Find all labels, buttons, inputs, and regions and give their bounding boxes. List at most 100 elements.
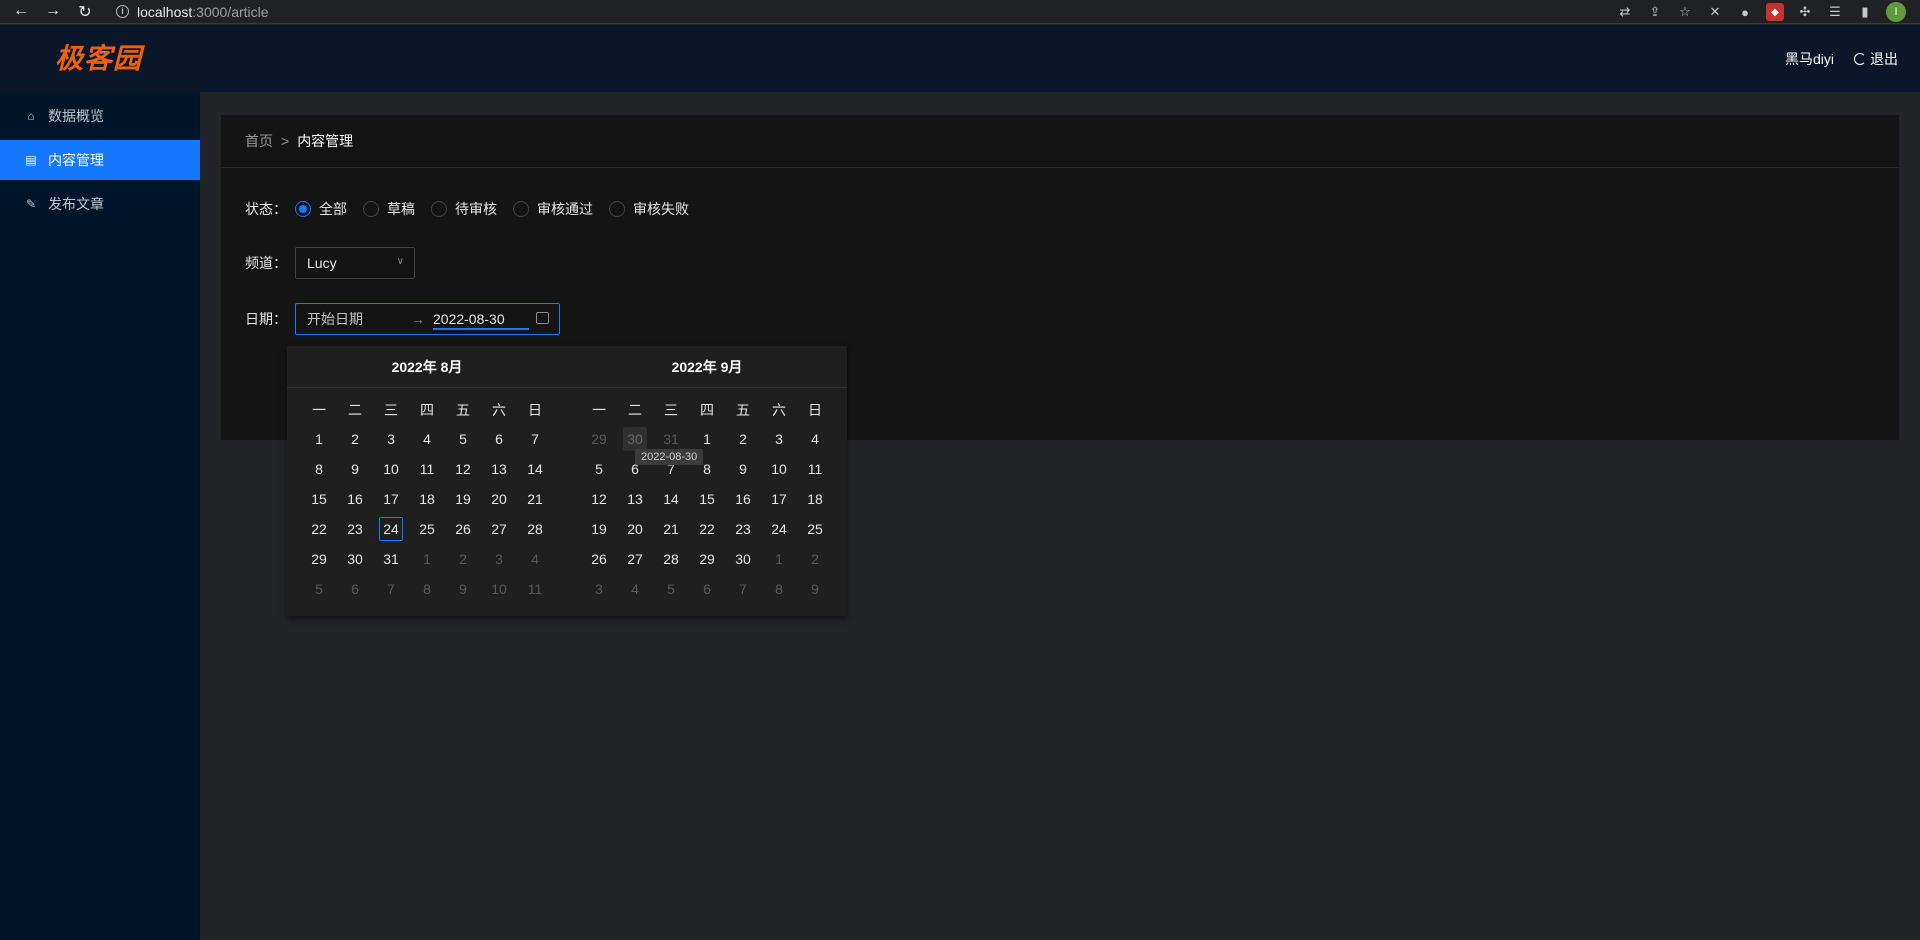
bookmark-star-icon[interactable]: ☆ [1676,3,1694,21]
calendar-day[interactable]: 7 [373,574,409,604]
logo[interactable]: 极客园 [55,37,142,77]
calendar-day[interactable]: 5 [445,424,481,454]
calendar-day[interactable]: 24 [761,514,797,544]
calendar-day[interactable]: 30 [725,544,761,574]
calendar-day[interactable]: 1 [409,544,445,574]
calendar-day[interactable]: 15 [301,484,337,514]
reload-icon[interactable]: ↻ [76,2,94,22]
calendar-day[interactable]: 5 [653,574,689,604]
calendar-day[interactable]: 5 [581,454,617,484]
calendar-day[interactable]: 6 [481,424,517,454]
calendar-day[interactable]: 11 [409,454,445,484]
start-date-input[interactable]: 开始日期 [307,309,403,329]
address-bar[interactable]: i localhost:3000/article [110,0,269,23]
radio-dot[interactable] [363,201,379,217]
date-range-picker[interactable]: 开始日期 → 2022-08-30 [295,303,560,335]
calendar-day[interactable]: 7 [517,424,553,454]
calendar-day[interactable]: 16 [337,484,373,514]
calendar-day[interactable]: 11 [797,454,833,484]
calendar-day[interactable]: 11 [517,574,553,604]
radio-pending[interactable]: 待审核 [431,199,497,219]
calendar-day[interactable]: 4 [617,574,653,604]
reading-list-icon[interactable]: ☰ [1826,3,1844,21]
profile-avatar[interactable]: I [1886,2,1906,22]
extension-circle-icon[interactable]: ● [1736,3,1754,21]
calendar-day[interactable]: 31 [373,544,409,574]
calendar-day[interactable]: 4 [517,544,553,574]
channel-select[interactable]: Lucy ∨ [295,247,415,279]
logout-button[interactable]: 退出 [1854,49,1898,69]
calendar-day[interactable]: 9 [337,454,373,484]
calendar-day[interactable]: 25 [797,514,833,544]
extension-x-icon[interactable]: ✕ [1706,3,1724,21]
calendar-day[interactable]: 3 [581,574,617,604]
radio-dot[interactable] [609,201,625,217]
calendar-day[interactable]: 22 [301,514,337,544]
calendar-day[interactable]: 19 [445,484,481,514]
sidebar-item-content[interactable]: ▤ 内容管理 [0,140,200,180]
calendar-day[interactable]: 12 [445,454,481,484]
radio-dot[interactable] [513,201,529,217]
calendar-day[interactable]: 28 [653,544,689,574]
extension-red-icon[interactable]: ◆ [1766,3,1784,21]
site-info-icon[interactable]: i [116,5,129,18]
share-icon[interactable]: ⇪ [1646,3,1664,21]
calendar-day[interactable]: 10 [373,454,409,484]
calendar-day[interactable]: 7 [725,574,761,604]
calendar-day[interactable]: 30 [337,544,373,574]
calendar-day[interactable]: 18 [409,484,445,514]
end-date-input[interactable]: 2022-08-30 [433,308,529,330]
calendar-day[interactable]: 15 [689,484,725,514]
calendar-day[interactable]: 18 [797,484,833,514]
calendar-day[interactable]: 21 [653,514,689,544]
calendar-day[interactable]: 13 [617,484,653,514]
calendar-day[interactable]: 17 [373,484,409,514]
calendar-day[interactable]: 27 [617,544,653,574]
calendar-day[interactable]: 3 [481,544,517,574]
sidebar-item-overview[interactable]: ⌂ 数据概览 [0,96,200,136]
calendar-day[interactable]: 23 [725,514,761,544]
calendar-day[interactable]: 9 [797,574,833,604]
calendar-day[interactable]: 29 [301,544,337,574]
calendar-day[interactable]: 6 [689,574,725,604]
calendar-day[interactable]: 12 [581,484,617,514]
calendar-day[interactable]: 6 [337,574,373,604]
calendar-day[interactable]: 13 [481,454,517,484]
calendar-day[interactable]: 3 [373,424,409,454]
calendar-day[interactable]: 1 [761,544,797,574]
calendar-day[interactable]: 26 [581,544,617,574]
calendar-day[interactable]: 28 [517,514,553,544]
calendar-day[interactable]: 4 [797,424,833,454]
calendar-day[interactable]: 10 [761,454,797,484]
calendar-day[interactable]: 20 [481,484,517,514]
sidebar-item-publish[interactable]: ✎ 发布文章 [0,184,200,224]
calendar-day[interactable]: 29 [689,544,725,574]
calendar-day[interactable]: 16 [725,484,761,514]
calendar-day[interactable]: 8 [761,574,797,604]
calendar-day[interactable]: 5 [301,574,337,604]
calendar-day[interactable]: 20 [617,514,653,544]
calendar-day[interactable]: 22 [689,514,725,544]
radio-draft[interactable]: 草稿 [363,199,415,219]
calendar-day[interactable]: 2 [337,424,373,454]
calendar-day[interactable]: 21 [517,484,553,514]
calendar-day[interactable]: 8 [409,574,445,604]
calendar-icon[interactable] [536,312,549,324]
calendar-day[interactable]: 23 [337,514,373,544]
puzzle-icon[interactable]: ✣ [1796,3,1814,21]
calendar-day[interactable]: 26 [445,514,481,544]
radio-approved[interactable]: 审核通过 [513,199,593,219]
calendar-day[interactable]: 25 [409,514,445,544]
calendar-day[interactable]: 2 [797,544,833,574]
calendar-day[interactable]: 4 [409,424,445,454]
forward-icon[interactable]: → [44,2,62,22]
calendar-day[interactable]: 9 [725,454,761,484]
radio-rejected[interactable]: 审核失败 [609,199,689,219]
radio-dot[interactable] [431,201,447,217]
calendar-day[interactable]: 27 [481,514,517,544]
sidepanel-icon[interactable]: ▮ [1856,3,1874,21]
translate-icon[interactable]: ⇄ [1616,3,1634,21]
calendar-day[interactable]: 14 [517,454,553,484]
calendar-day[interactable]: 2 [445,544,481,574]
calendar-day[interactable]: 3 [761,424,797,454]
